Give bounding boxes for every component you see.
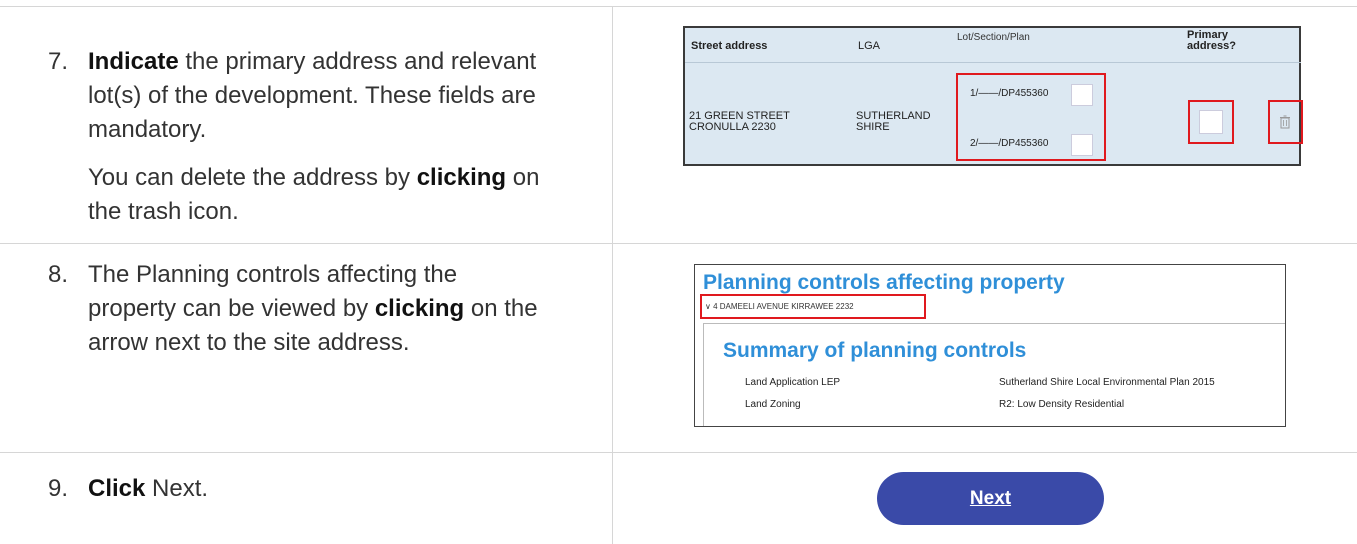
highlight-primary — [1188, 100, 1234, 144]
step-text: the primary address and relevant — [178, 48, 537, 75]
step-number: 8. — [48, 261, 69, 288]
step-text: arrow next to the site address. — [88, 329, 410, 356]
step-text: the trash icon. — [88, 198, 239, 225]
divider — [0, 243, 1357, 244]
header-lot: Lot/Section/Plan — [957, 32, 1030, 43]
step-text: property can be viewed by — [88, 295, 375, 322]
step-text: on the — [464, 295, 538, 322]
step-bold: clicking — [374, 295, 465, 322]
step-number: 9. — [48, 475, 69, 502]
next-button-label: Next — [969, 487, 1012, 509]
lga-cell: SUTHERLAND SHIRE — [856, 111, 931, 133]
step-bold: Click — [88, 475, 146, 502]
highlight-lots — [956, 73, 1106, 161]
control-value: R2: Low Density Residential — [999, 399, 1125, 410]
control-label: Land Zoning — [745, 399, 801, 410]
step-text: on — [506, 164, 540, 191]
step-bold: Indicate — [88, 48, 179, 75]
control-label: Land Application LEP — [745, 377, 841, 388]
highlight-trash — [1268, 100, 1303, 144]
highlight-address — [700, 294, 926, 319]
planning-title: Planning controls affecting property — [703, 271, 1065, 294]
street-line: CRONULLA 2230 — [689, 121, 776, 133]
header-primary-line: address? — [1187, 40, 1236, 52]
lga-line: SHIRE — [856, 121, 890, 133]
header-lga: LGA — [858, 40, 881, 52]
step-text: The Planning controls affecting the — [88, 261, 458, 288]
control-value: Sutherland Shire Local Environmental Pla… — [999, 377, 1215, 388]
header-street: Street address — [691, 40, 768, 52]
step-number: 7. — [48, 48, 69, 75]
step-text: Next. — [145, 475, 209, 502]
summary-title: Summary of planning controls — [723, 339, 1027, 362]
step-text: You can delete the address by — [88, 164, 417, 191]
row-divider — [685, 62, 1301, 63]
street-address-cell: 21 GREEN STREET CRONULLA 2230 — [689, 111, 790, 133]
step-bold: clicking — [416, 164, 507, 191]
planning-controls-panel: Planning controls affecting property ∨ 4… — [694, 264, 1286, 427]
divider — [0, 6, 1357, 7]
step-text: lot(s) of the development. These fields … — [88, 82, 536, 109]
header-primary: Primary address? — [1187, 30, 1236, 52]
divider — [0, 452, 1357, 453]
next-button[interactable]: Next — [877, 472, 1104, 525]
step-text: mandatory. — [88, 116, 207, 143]
address-table: Street address LGA Lot/Section/Plan Prim… — [683, 26, 1303, 166]
